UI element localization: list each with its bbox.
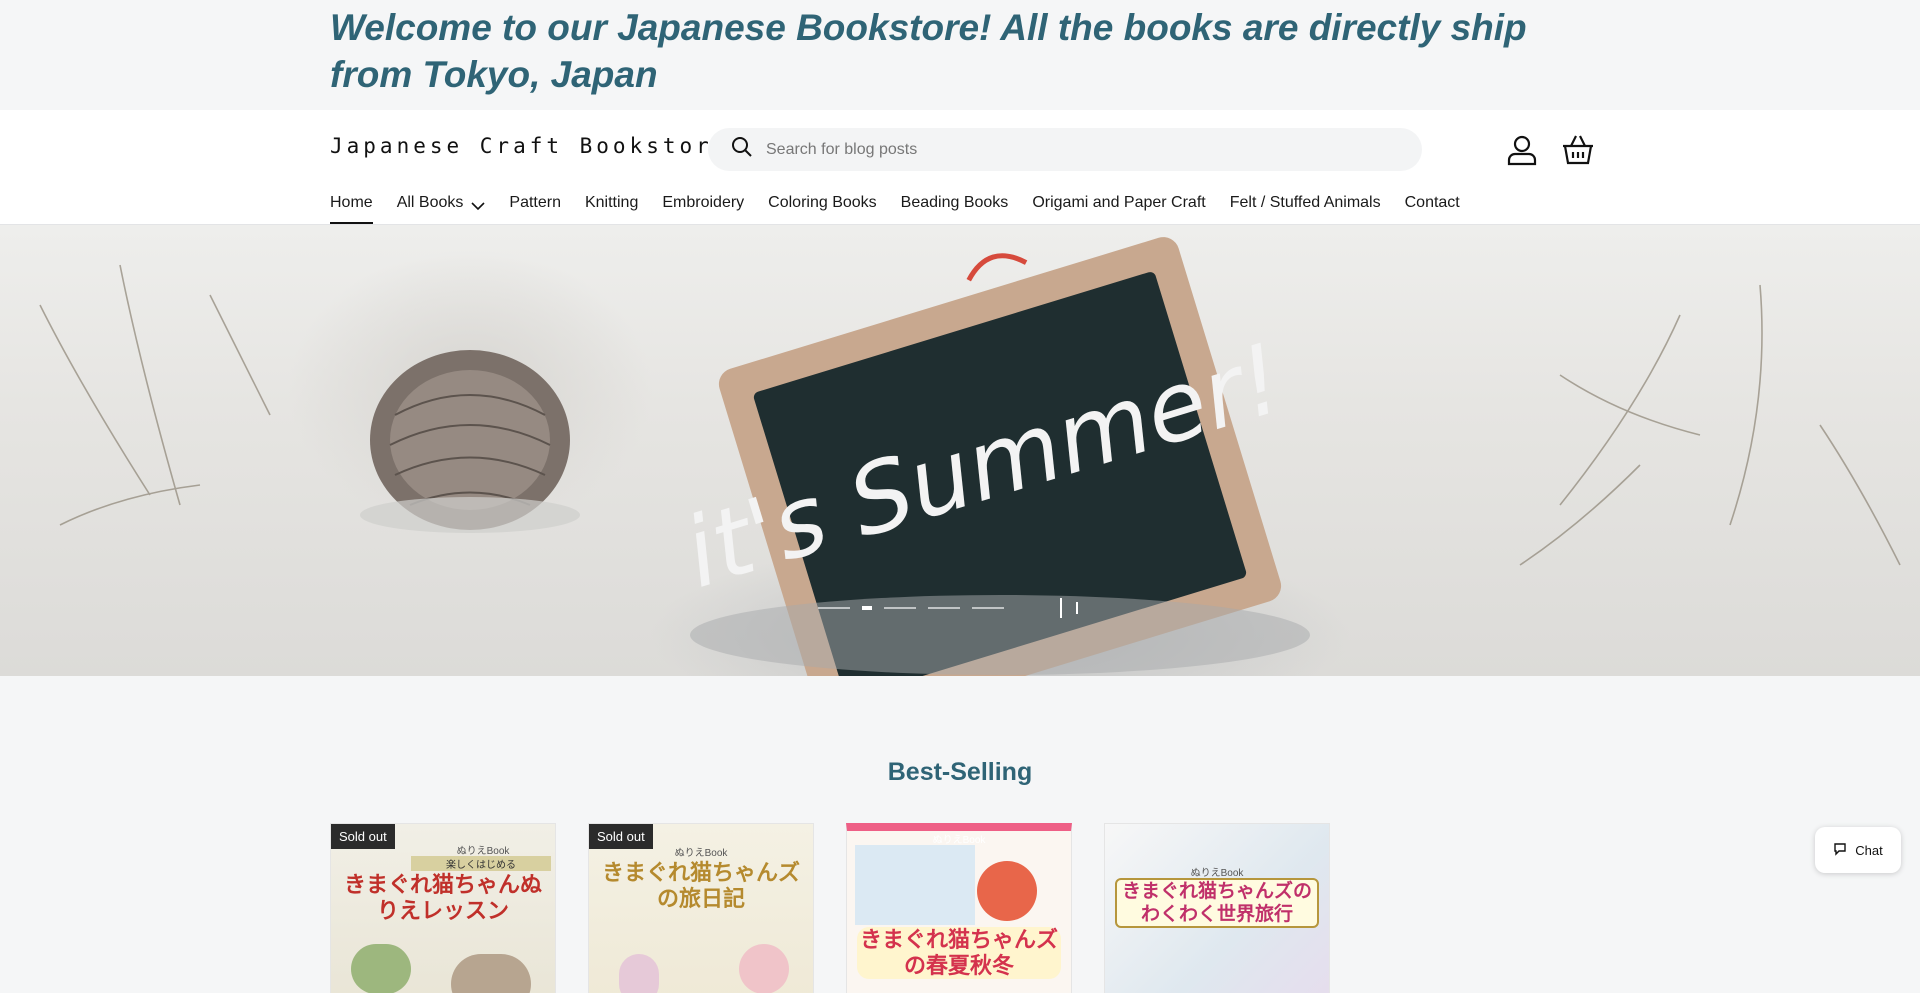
nav-item-beading-books[interactable]: Beading Books	[901, 194, 1009, 224]
product-cover-title: きまぐれ猫ちゃんズのわくわく世界旅行	[1115, 878, 1319, 928]
site-logo[interactable]: Japanese Craft Bookstore	[330, 134, 729, 158]
site-header: Japanese Craft Bookstore Home All Books …	[0, 110, 1920, 225]
nav-item-knitting[interactable]: Knitting	[585, 194, 638, 224]
pause-icon	[1076, 602, 1078, 614]
product-card[interactable]: ぬりえBook きまぐれ猫ちゃんズのわくわく世界旅行	[1104, 823, 1330, 993]
sold-out-badge: Sold out	[331, 824, 395, 849]
product-grid: Sold out ぬりえBook 楽しくはじめる きまぐれ猫ちゃんぬりえレッスン…	[330, 823, 1330, 993]
account-icon[interactable]	[1502, 130, 1542, 170]
best-selling-section: Best-Selling Sold out ぬりえBook 楽しくはじめる きま…	[0, 676, 1920, 993]
cover-label: ぬりえBook	[456, 846, 510, 857]
product-cover-title: きまぐれ猫ちゃんズの旅日記	[601, 860, 800, 911]
pinecone-illustration	[360, 350, 580, 533]
nav-label: Knitting	[584, 194, 639, 211]
product-cover-title: きまぐれ猫ちゃんズの春夏秋冬	[857, 927, 1061, 979]
pause-icon	[1060, 598, 1062, 618]
nav-label: All Books	[396, 194, 464, 211]
nav-item-pattern[interactable]: Pattern	[509, 194, 561, 224]
product-cover-title: きまぐれ猫ちゃんぬりえレッスン	[343, 872, 542, 923]
cover-subtitle: 楽しくはじめる	[411, 856, 551, 871]
nav-item-home[interactable]: Home	[330, 194, 373, 224]
product-card[interactable]: Sold out ぬりえBook 楽しくはじめる きまぐれ猫ちゃんぬりえレッスン	[330, 823, 556, 993]
cat-illustration	[351, 944, 411, 993]
nav-label: Coloring Books	[768, 194, 877, 211]
slide-dot[interactable]	[884, 607, 916, 609]
announcement-bar: Welcome to our Japanese Bookstore! All t…	[0, 0, 1920, 110]
nav-label: Home	[330, 194, 373, 211]
slide-dot[interactable]	[818, 607, 850, 609]
nav-item-origami[interactable]: Origami and Paper Craft	[1032, 194, 1205, 224]
nav-item-coloring-books[interactable]: Coloring Books	[768, 194, 877, 224]
cover-label: ぬりえBook	[1190, 868, 1244, 879]
slide-dot[interactable]	[972, 607, 1004, 609]
chat-button[interactable]: Chat	[1815, 827, 1901, 873]
pause-button[interactable]	[1060, 597, 1090, 619]
flower-illustration	[977, 861, 1037, 921]
search-bar[interactable]	[708, 128, 1422, 171]
cat-illustration	[451, 954, 531, 993]
product-card[interactable]: Sold out ぬりえBook きまぐれ猫ちゃんズの旅日記	[588, 823, 814, 993]
search-input[interactable]	[766, 140, 1366, 159]
flower-illustration	[739, 944, 789, 993]
nav-item-embroidery[interactable]: Embroidery	[662, 194, 744, 224]
search-icon[interactable]	[730, 135, 754, 164]
cover-label: ぬりえBook	[932, 835, 986, 846]
section-title: Best-Selling	[887, 758, 1033, 786]
slide-indicators	[818, 606, 1004, 610]
main-nav: Home All Books Pattern Knitting Embroide…	[330, 194, 1484, 224]
nav-item-contact[interactable]: Contact	[1405, 194, 1460, 224]
window-illustration	[855, 845, 975, 925]
slide-dot[interactable]	[928, 607, 960, 609]
hero-slideshow[interactable]: it's Summer!	[0, 225, 1920, 676]
announcement-text: Welcome to our Japanese Bookstore! All t…	[330, 7, 1527, 95]
nav-label: Embroidery	[662, 194, 745, 211]
nav-label: Pattern	[509, 194, 561, 211]
nav-label: Contact	[1404, 194, 1460, 211]
chat-icon	[1833, 842, 1847, 859]
nav-item-all-books[interactable]: All Books	[397, 194, 486, 224]
product-card[interactable]: ぬりえBook きまぐれ猫ちゃんズの春夏秋冬	[846, 823, 1072, 993]
cat-illustration	[619, 954, 659, 993]
cart-icon[interactable]	[1558, 130, 1598, 170]
sold-out-badge: Sold out	[589, 824, 653, 849]
nav-label: Origami and Paper Craft	[1032, 194, 1206, 211]
chat-label: Chat	[1855, 842, 1883, 858]
nav-item-felt[interactable]: Felt / Stuffed Animals	[1230, 194, 1381, 224]
nav-label: Felt / Stuffed Animals	[1229, 194, 1381, 211]
slide-dot-active[interactable]	[862, 606, 872, 610]
nav-label: Beading Books	[900, 194, 1009, 211]
chevron-down-icon[interactable]	[471, 198, 485, 216]
